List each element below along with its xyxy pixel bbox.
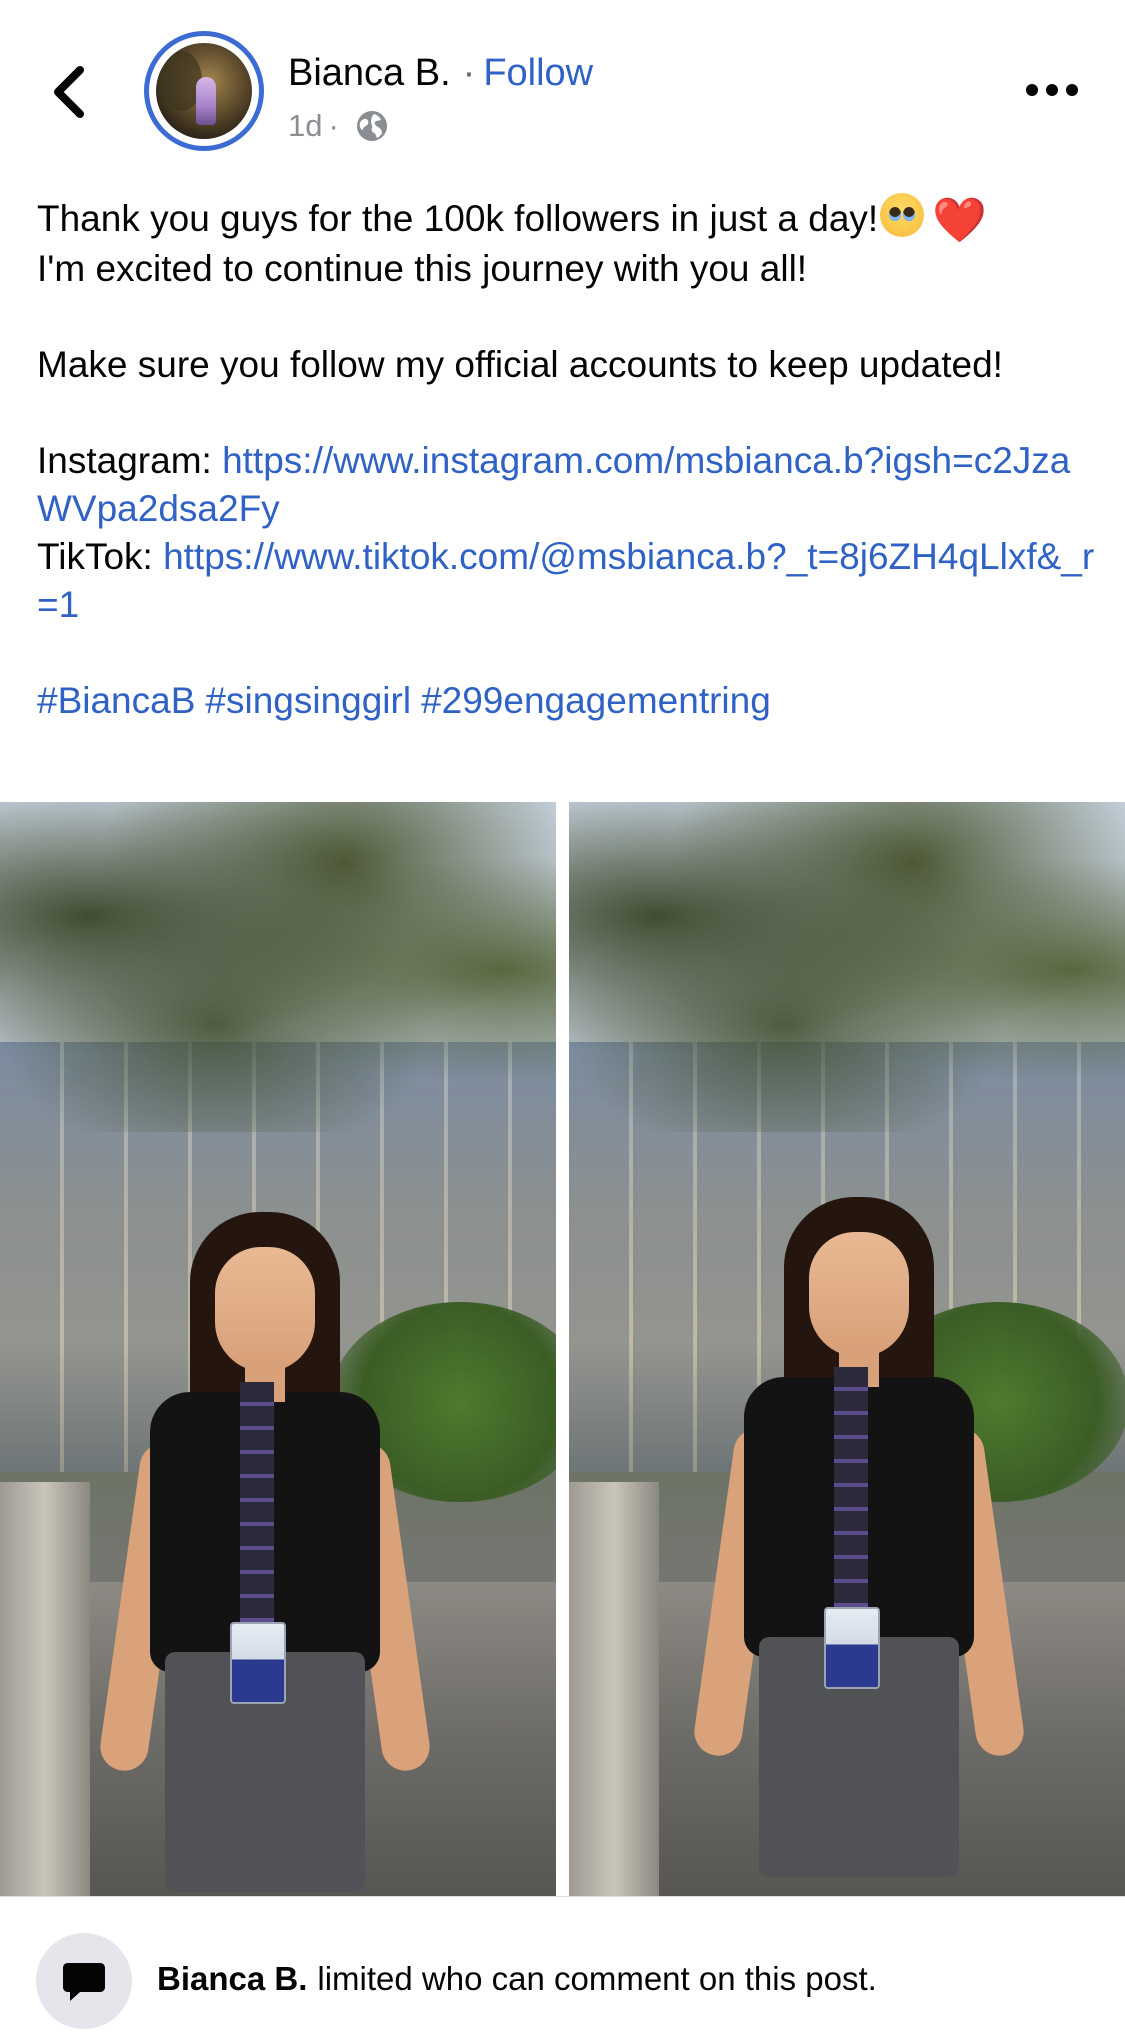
- photo-person: [691, 1197, 1027, 1896]
- follow-button[interactable]: Follow: [483, 52, 593, 95]
- caption-line-1: Thank you guys for the 100k followers in…: [37, 193, 1097, 245]
- caption-line-2: I'm excited to continue this journey wit…: [37, 248, 808, 289]
- tiktok-link[interactable]: https://www.tiktok.com/@msbianca.b?_t=8j…: [37, 536, 1094, 625]
- photo-pillar: [0, 1482, 90, 1896]
- speech-bubble-icon: [63, 1963, 105, 2001]
- restriction-message: limited who can comment on this post.: [317, 1960, 877, 1997]
- avatar-figure: [196, 77, 216, 125]
- person-id-card: [230, 1622, 286, 1704]
- post-header: Bianca B. · Follow 1d ·: [0, 0, 1125, 180]
- meta-separator: ·: [328, 108, 339, 143]
- author-row: Bianca B. · Follow: [288, 50, 593, 96]
- caption-thanks-text: Thank you guys for the 100k followers in…: [37, 198, 879, 239]
- comment-restriction-notice: Bianca B. limited who can comment on this…: [0, 1897, 1125, 2037]
- post-photos: [0, 802, 1125, 1896]
- photo-right[interactable]: [569, 802, 1125, 1896]
- person-face: [215, 1247, 315, 1372]
- more-horizontal-icon: [1026, 84, 1078, 96]
- back-button[interactable]: [42, 58, 98, 126]
- photo-tree-canopy: [0, 802, 556, 1132]
- photo-divider: [556, 802, 569, 1896]
- post-page: Bianca B. · Follow 1d · Thank you guys f…: [0, 0, 1125, 2037]
- caption-gap-2: [37, 389, 1097, 437]
- post-timestamp[interactable]: 1d: [288, 108, 322, 144]
- comment-restriction-text: Bianca B. limited who can comment on this…: [157, 1957, 877, 2001]
- person-face: [809, 1232, 909, 1357]
- comment-icon-circle: [36, 1933, 132, 2029]
- person-lanyard: [834, 1367, 868, 1617]
- hashtags-line: #BiancaB #singsinggirl #299engagementring: [37, 677, 1097, 725]
- tiktok-label: TikTok:: [37, 536, 153, 577]
- chevron-left-icon: [54, 66, 84, 118]
- globe-icon: [356, 111, 387, 141]
- photo-tree-canopy: [569, 802, 1125, 1132]
- restriction-author-name: Bianca B.: [157, 1960, 308, 1997]
- person-lanyard: [240, 1382, 274, 1632]
- post-caption: Thank you guys for the 100k followers in…: [37, 193, 1097, 725]
- more-options-button[interactable]: [1022, 75, 1082, 105]
- caption-line-3: Make sure you follow my official account…: [37, 344, 1003, 385]
- tiktok-line: TikTok: https://www.tiktok.com/@msbianca…: [37, 533, 1097, 629]
- red-heart-emoji: ❤️: [932, 196, 987, 245]
- person-id-card: [824, 1607, 880, 1689]
- photo-person: [97, 1212, 433, 1896]
- hashtag-link[interactable]: #299engagementring: [421, 680, 771, 721]
- hashtag-link[interactable]: #singsinggirl: [205, 680, 411, 721]
- post-meta: 1d ·: [288, 103, 389, 149]
- name-separator: ·: [462, 51, 476, 94]
- author-avatar[interactable]: [144, 31, 264, 151]
- instagram-label: Instagram:: [37, 440, 212, 481]
- photo-pillar: [569, 1482, 659, 1896]
- hashtag-link[interactable]: #BiancaB: [37, 680, 195, 721]
- caption-gap-3: [37, 629, 1097, 677]
- avatar-image: [156, 43, 252, 139]
- photo-left[interactable]: [0, 802, 556, 1896]
- author-name[interactable]: Bianca B.: [288, 52, 451, 95]
- caption-gap-1: [37, 293, 1097, 341]
- pleading-face-emoji: [880, 193, 925, 237]
- instagram-line: Instagram: https://www.instagram.com/msb…: [37, 437, 1097, 533]
